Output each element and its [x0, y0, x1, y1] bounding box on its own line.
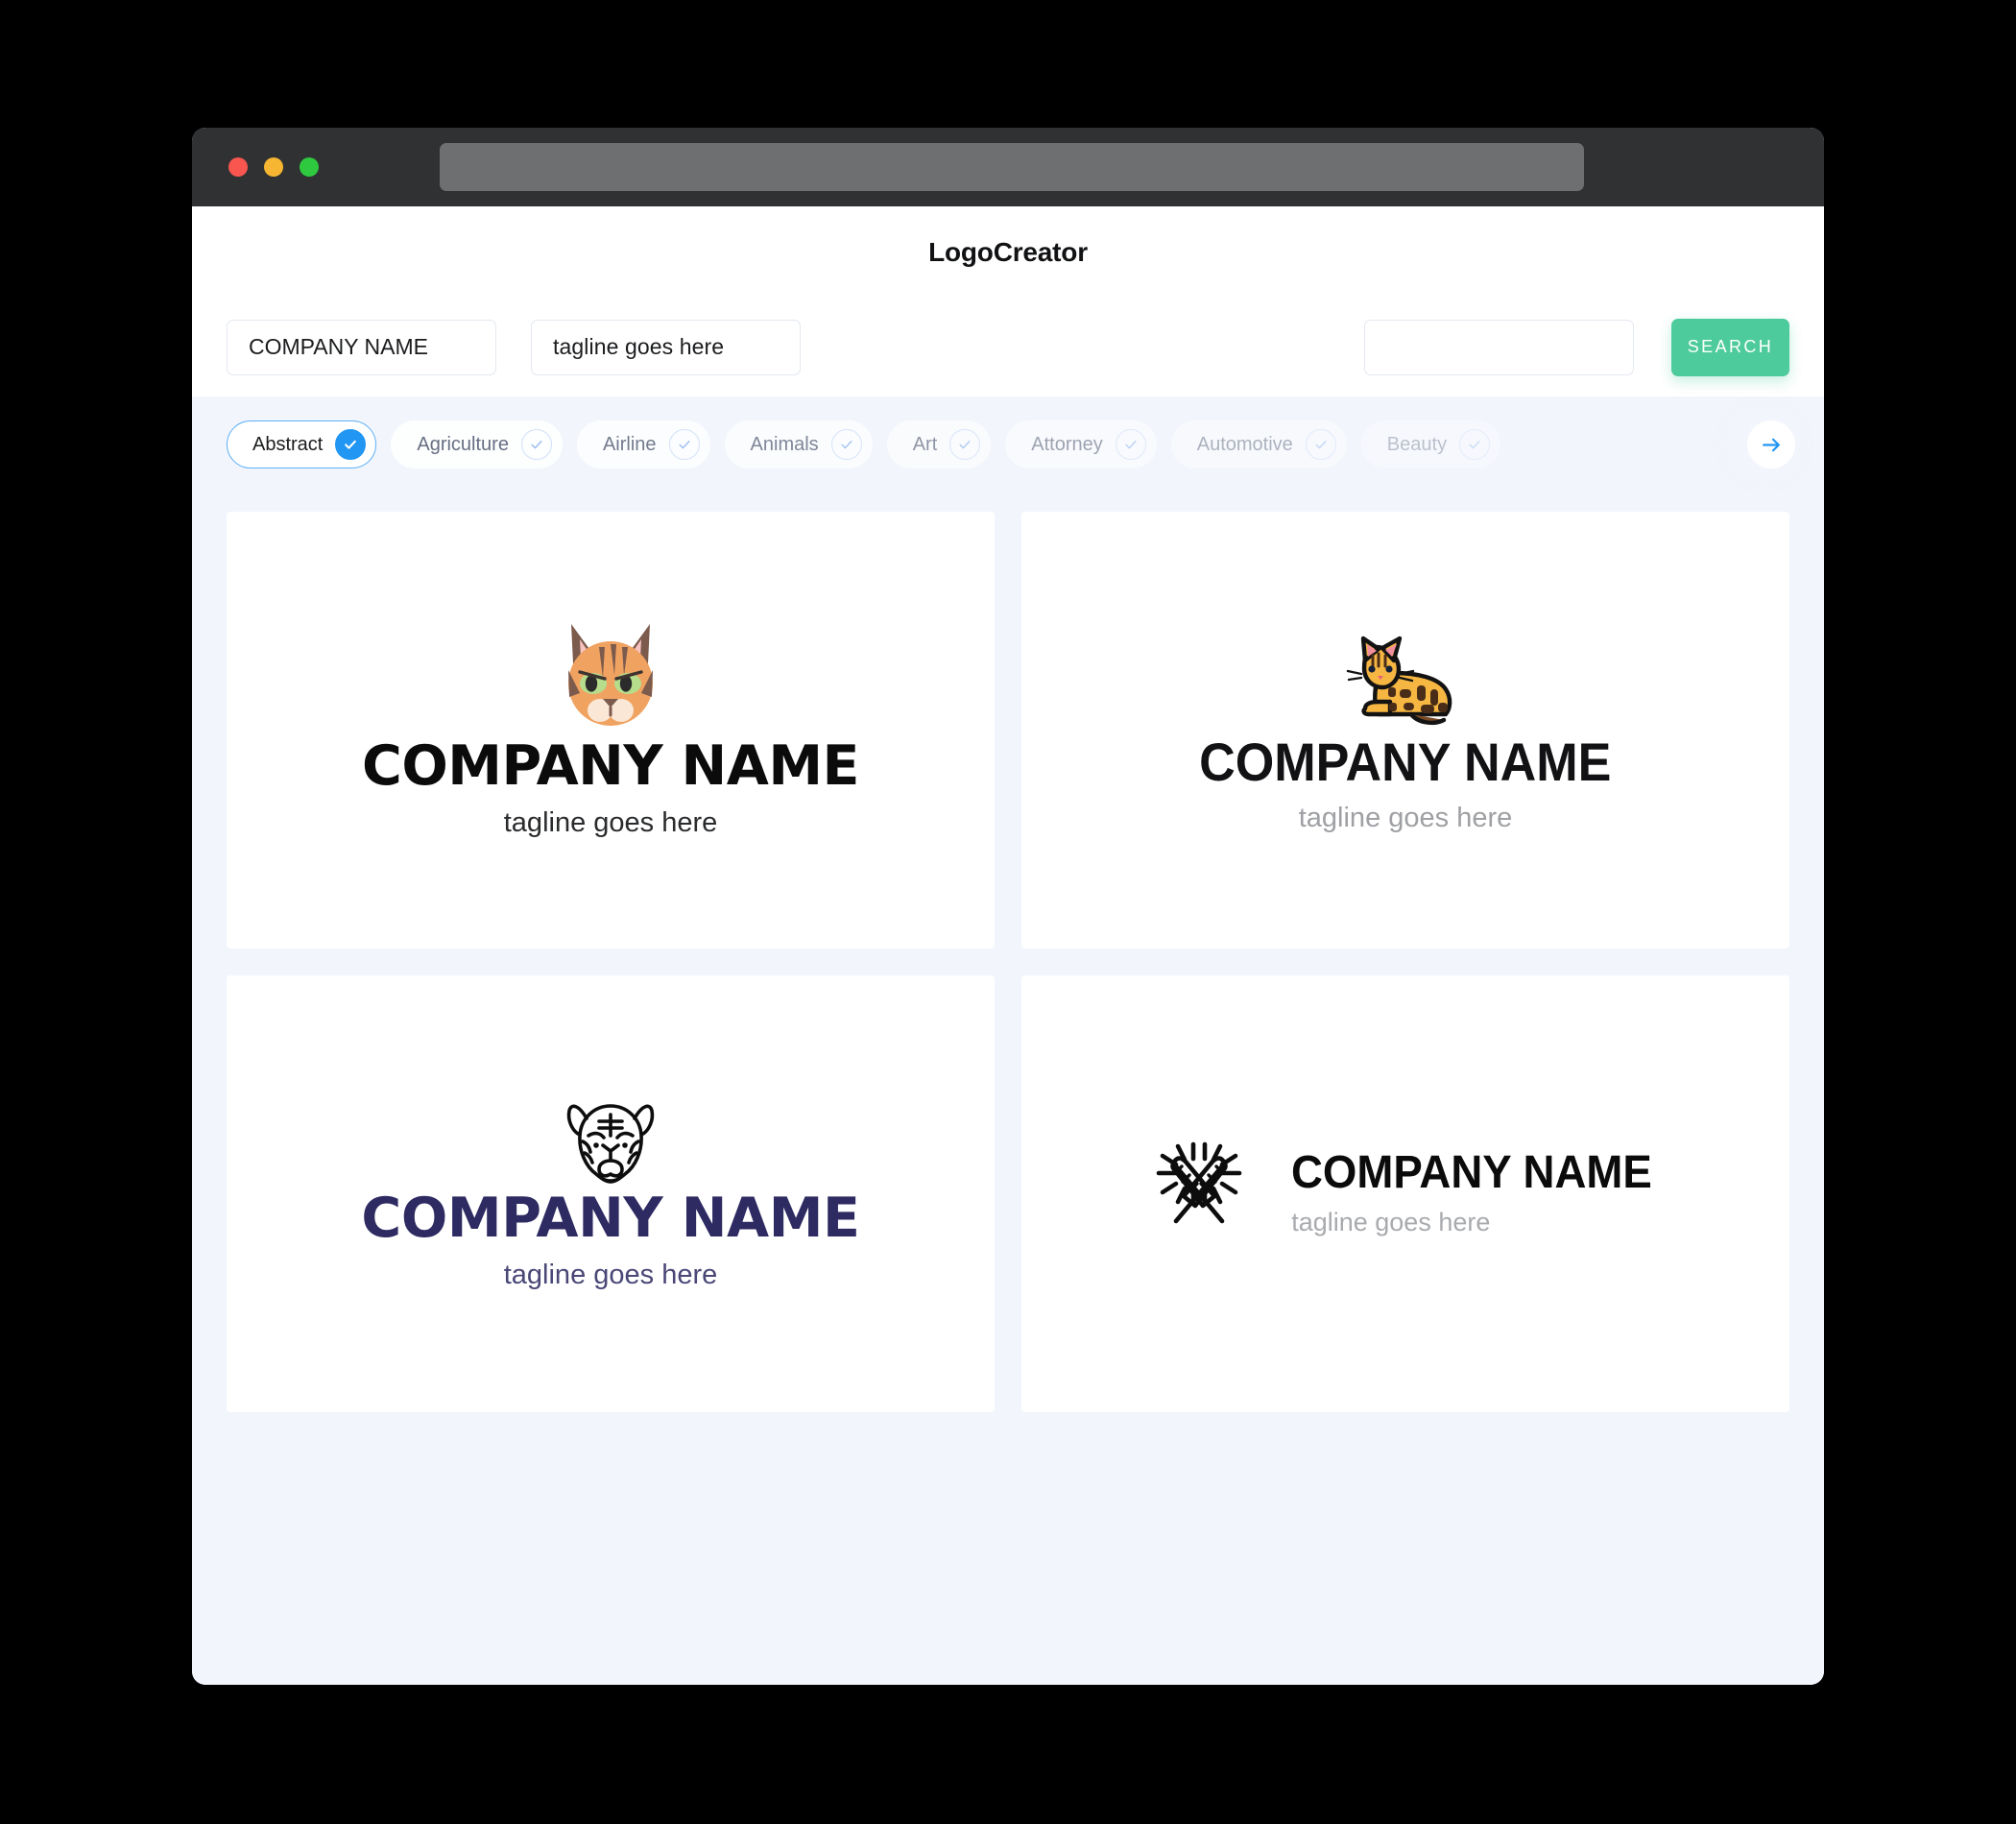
logo-card[interactable]: COMPANY NAME tagline goes here	[227, 975, 995, 1412]
check-icon	[1305, 429, 1336, 460]
logo-tagline: tagline goes here	[1291, 1207, 1491, 1236]
logo-tagline: tagline goes here	[503, 1260, 718, 1291]
bengal-cat-icon	[1346, 636, 1452, 725]
logo-preview: COMPANY NAME tagline goes here	[361, 1095, 860, 1291]
logo-tagline: tagline goes here	[503, 807, 718, 839]
traffic-lights	[228, 157, 319, 177]
logo-card[interactable]: COMPANY NAME tagline goes here	[1021, 512, 1789, 948]
browser-window: LogoCreator SEARCH Abstract Agriculture	[192, 128, 1824, 1685]
category-chip-art[interactable]: Art	[886, 420, 992, 468]
logo-company-name: COMPANY NAME	[1199, 731, 1612, 792]
logo-tagline: tagline goes here	[1298, 802, 1513, 833]
check-icon	[1115, 429, 1146, 460]
screenshot-stage: LogoCreator SEARCH Abstract Agriculture	[0, 0, 2016, 1824]
check-icon	[668, 429, 700, 460]
logo-company-name: COMPANY NAME	[361, 1187, 860, 1251]
category-chip-label: Art	[912, 433, 938, 455]
tiger-head-icon	[566, 1104, 655, 1185]
category-chip-label: Agriculture	[417, 433, 509, 455]
category-chip-label: Animals	[750, 433, 819, 455]
check-icon	[1459, 429, 1491, 460]
category-chip-label: Abstract	[252, 433, 324, 455]
logo-card[interactable]: COMPANY NAME tagline goes here	[227, 512, 995, 948]
category-chip-attorney[interactable]: Attorney	[1005, 420, 1157, 468]
check-icon	[949, 429, 981, 460]
browser-titlebar	[192, 128, 1824, 206]
logo-company-name: COMPANY NAME	[362, 734, 859, 799]
app-header: LogoCreator	[192, 206, 1824, 298]
category-chip-agriculture[interactable]: Agriculture	[391, 420, 563, 468]
category-filter-strip: Abstract Agriculture Airline Animals Art…	[192, 396, 1824, 492]
check-icon	[335, 429, 367, 460]
category-chip-label: Airline	[602, 433, 657, 455]
cat-face-icon	[568, 624, 653, 727]
logo-preview: COMPANY NAME tagline goes here	[362, 620, 859, 839]
minimize-window-button[interactable]	[264, 157, 283, 177]
search-button[interactable]: SEARCH	[1671, 318, 1789, 376]
category-chip-label: Beauty	[1386, 433, 1448, 455]
categories-next-button[interactable]	[1747, 420, 1795, 468]
category-chip-abstract[interactable]: Abstract	[227, 420, 377, 468]
crossed-sparklers-icon	[1156, 1141, 1242, 1223]
category-chip-automotive[interactable]: Automotive	[1170, 420, 1347, 468]
company-name-input[interactable]	[227, 319, 496, 375]
logo-results-grid: COMPANY NAME tagline goes here COMPANY N…	[192, 492, 1824, 1685]
logo-preview: COMPANY NAME tagline goes here	[1140, 1135, 1671, 1254]
address-bar-input[interactable]	[440, 143, 1584, 191]
category-chip-label: Attorney	[1031, 433, 1103, 455]
close-window-button[interactable]	[228, 157, 248, 177]
logo-preview: COMPANY NAME tagline goes here	[1184, 626, 1627, 834]
check-icon	[830, 429, 862, 460]
tagline-input[interactable]	[531, 319, 801, 375]
arrow-right-icon	[1762, 438, 1780, 451]
logo-card[interactable]: COMPANY NAME tagline goes here	[1021, 975, 1789, 1412]
search-toolbar: SEARCH	[192, 298, 1824, 396]
maximize-window-button[interactable]	[300, 157, 319, 177]
category-chip-animals[interactable]: Animals	[724, 420, 873, 468]
category-chip-airline[interactable]: Airline	[576, 420, 710, 468]
keyword-input[interactable]	[1364, 319, 1634, 375]
page-title: LogoCreator	[928, 236, 1088, 267]
logo-text-block: COMPANY NAME tagline goes here	[1291, 1146, 1671, 1237]
logo-company-name: COMPANY NAME	[1291, 1146, 1653, 1198]
category-chip-label: Automotive	[1196, 433, 1293, 455]
category-chip-beauty[interactable]: Beauty	[1360, 420, 1501, 468]
check-icon	[520, 429, 552, 460]
